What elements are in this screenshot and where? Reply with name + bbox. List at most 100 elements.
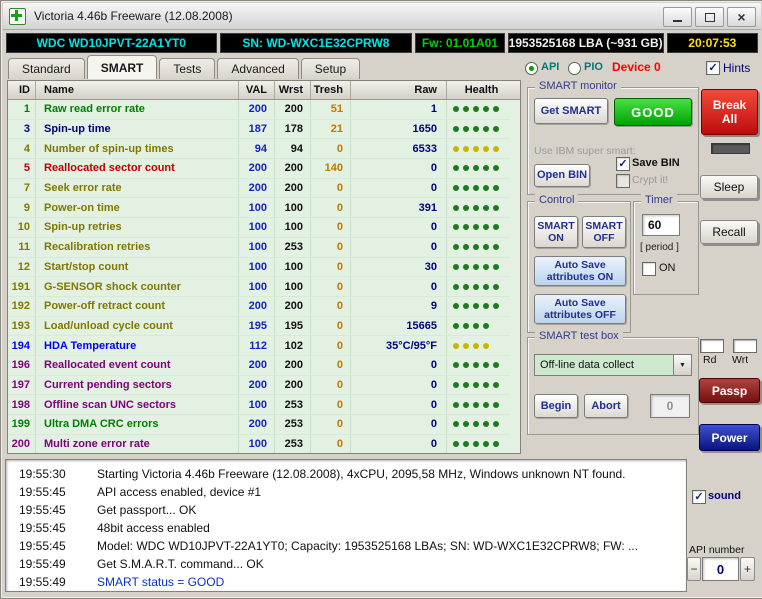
- table-row[interactable]: 5Reallocated sector count2002001400: [8, 159, 520, 179]
- close-button[interactable]: ×: [727, 7, 756, 27]
- break-all-button[interactable]: Break All: [701, 89, 758, 135]
- abort-button[interactable]: Abort: [584, 394, 628, 418]
- health-dot-icon: [493, 185, 499, 191]
- health-dot-icon: [483, 224, 489, 230]
- table-row[interactable]: 4Number of spin-up times949406533: [8, 139, 520, 159]
- autosave-attributes-off-button[interactable]: Auto Save attributes OFF: [534, 294, 626, 324]
- cell-id: 197: [8, 376, 36, 396]
- tab-setup[interactable]: Setup: [301, 58, 360, 79]
- crypt-checkbox[interactable]: [616, 174, 630, 188]
- health-dot-icon: [463, 284, 469, 290]
- health-dot-icon: [473, 323, 479, 329]
- health-dot-icon: [463, 323, 469, 329]
- begin-button[interactable]: Begin: [534, 394, 578, 418]
- minimize-icon: [673, 20, 682, 22]
- cell-raw: 391: [351, 198, 447, 218]
- power-button[interactable]: Power: [699, 424, 760, 451]
- recall-button[interactable]: Recall: [700, 220, 758, 244]
- cell-name: Seek error rate: [36, 179, 239, 199]
- app-icon: [9, 8, 26, 25]
- open-bin-button[interactable]: Open BIN: [534, 164, 590, 187]
- table-row[interactable]: 198Offline scan UNC sectors10025300: [8, 395, 520, 415]
- table-row[interactable]: 193Load/unload cycle count195195015665: [8, 317, 520, 337]
- api-number-increment-button[interactable]: +: [740, 557, 755, 581]
- drive-serial: SN: WD-WXC1E32CPRW8: [220, 33, 413, 53]
- passport-button[interactable]: Passp: [699, 378, 760, 403]
- cell-id: 9: [8, 198, 36, 218]
- tab-standard[interactable]: Standard: [8, 58, 85, 79]
- log-panel[interactable]: 19:55:30Starting Victoria 4.46b Freeware…: [5, 459, 687, 592]
- cell-tresh: 0: [311, 139, 351, 159]
- autosave-attributes-on-button[interactable]: Auto Save attributes ON: [534, 256, 626, 286]
- tab-tests[interactable]: Tests: [159, 58, 215, 79]
- tab-smart[interactable]: SMART: [87, 55, 158, 79]
- tab-bar: StandardSMARTTestsAdvancedSetup API PIO …: [6, 56, 758, 79]
- maximize-button[interactable]: [695, 7, 724, 27]
- table-row[interactable]: 191G-SENSOR shock counter10010000: [8, 277, 520, 297]
- cell-health: [447, 376, 510, 396]
- table-row[interactable]: 1Raw read error rate200200511: [8, 100, 520, 120]
- table-row[interactable]: 196Reallocated event count20020000: [8, 356, 520, 376]
- cell-wrst: 253: [275, 435, 311, 454]
- pio-radio[interactable]: [568, 62, 581, 75]
- smart-on-button[interactable]: SMART ON: [534, 216, 578, 248]
- table-row[interactable]: 7Seek error rate20020000: [8, 179, 520, 199]
- table-row[interactable]: 12Start/stop count100100030: [8, 258, 520, 278]
- health-dot-icon: [473, 343, 479, 349]
- tab-advanced[interactable]: Advanced: [217, 58, 298, 79]
- minimize-button[interactable]: [663, 7, 692, 27]
- cell-id: 3: [8, 120, 36, 140]
- api-number-decrement-button[interactable]: −: [687, 557, 701, 581]
- table-row[interactable]: 200Multi zone error rate10025300: [8, 435, 520, 454]
- table-row[interactable]: 199Ultra DMA CRC errors20025300: [8, 415, 520, 435]
- save-bin-checkbox[interactable]: ✓: [616, 157, 630, 171]
- cell-val: 200: [239, 376, 275, 396]
- table-row[interactable]: 194HDA Temperature112102035°C/95°F: [8, 336, 520, 356]
- log-time: 19:55:49: [6, 575, 81, 589]
- smart-off-button[interactable]: SMART OFF: [582, 216, 626, 248]
- health-dot-icon: [493, 284, 499, 290]
- health-dot-icon: [483, 126, 489, 132]
- smart-test-select[interactable]: Off-line data collect ▼: [534, 354, 692, 376]
- table-row[interactable]: 10Spin-up retries10010000: [8, 218, 520, 238]
- cell-tresh: 0: [311, 277, 351, 297]
- table-row[interactable]: 11Recalibration retries10025300: [8, 238, 520, 258]
- cell-wrst: 200: [275, 376, 311, 396]
- table-row[interactable]: 197Current pending sectors20020000: [8, 376, 520, 396]
- dropdown-button[interactable]: ▼: [673, 355, 691, 375]
- cell-health: [447, 336, 510, 356]
- cell-raw: 0: [351, 218, 447, 238]
- control-title: Control: [535, 194, 578, 206]
- table-row[interactable]: 192Power-off retract count20020009: [8, 297, 520, 317]
- cell-tresh: 0: [311, 435, 351, 454]
- health-dot-icon: [453, 402, 459, 408]
- table-row[interactable]: 3Spin-up time187178211650: [8, 120, 520, 140]
- hints-checkbox[interactable]: ✓: [706, 61, 720, 75]
- cell-tresh: 21: [311, 120, 351, 140]
- cell-health: [447, 100, 510, 120]
- cell-tresh: 0: [311, 415, 351, 435]
- cell-name: Start/stop count: [36, 258, 239, 278]
- timer-on-checkbox[interactable]: [642, 262, 656, 276]
- sleep-button[interactable]: Sleep: [700, 175, 758, 199]
- hints-label: Hints: [723, 61, 750, 75]
- health-dot-icon: [473, 402, 479, 408]
- cell-tresh: 51: [311, 100, 351, 120]
- cell-name: Recalibration retries: [36, 238, 239, 258]
- table-row[interactable]: 9Power-on time1001000391: [8, 198, 520, 218]
- health-dot-icon: [463, 205, 469, 211]
- cell-id: 198: [8, 395, 36, 415]
- get-smart-button[interactable]: Get SMART: [534, 98, 608, 124]
- sound-checkbox[interactable]: ✓: [692, 490, 706, 504]
- cell-name: Power-on time: [36, 198, 239, 218]
- cell-id: 192: [8, 297, 36, 317]
- timer-period-input[interactable]: 60: [642, 214, 680, 236]
- api-radio[interactable]: [525, 62, 538, 75]
- cell-val: 200: [239, 415, 275, 435]
- cell-health: [447, 120, 510, 140]
- health-dot-icon: [493, 362, 499, 368]
- test-progress-field: 0: [650, 394, 690, 418]
- cell-health: [447, 317, 510, 337]
- cell-id: 7: [8, 179, 36, 199]
- cell-wrst: 102: [275, 336, 311, 356]
